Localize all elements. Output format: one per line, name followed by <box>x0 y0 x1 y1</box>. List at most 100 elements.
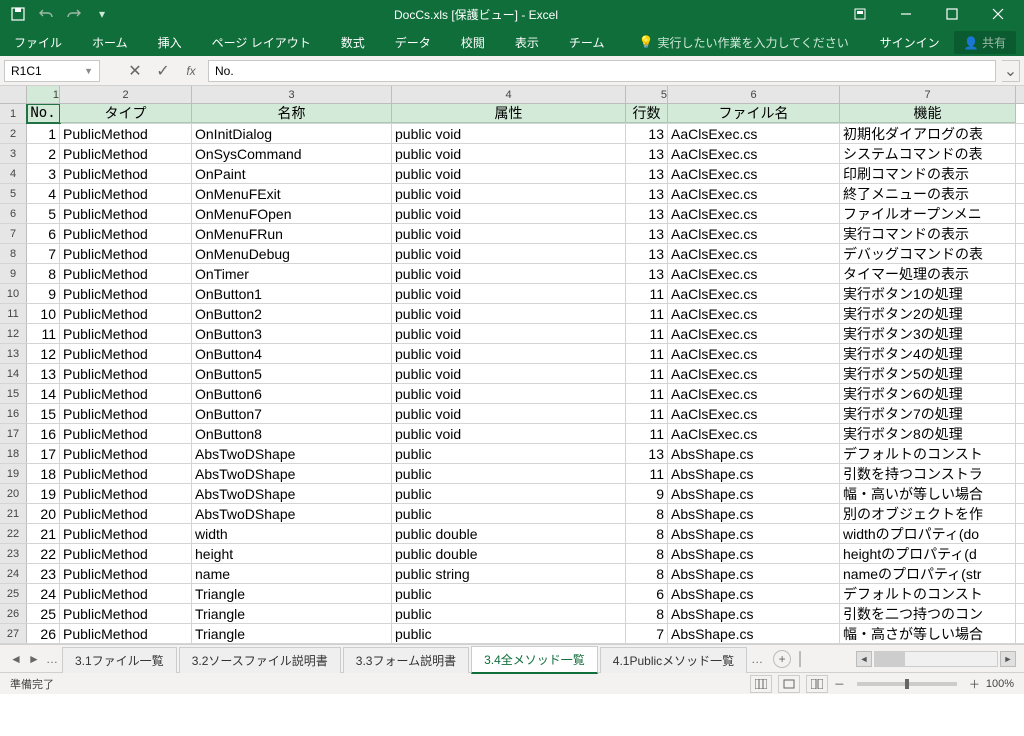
cell[interactable]: PublicMethod <box>60 364 192 383</box>
tab-home[interactable]: ホーム <box>86 30 134 55</box>
cell[interactable]: OnButton2 <box>192 304 392 323</box>
cell[interactable]: public void <box>392 304 626 323</box>
cell[interactable]: 実行ボタン5の処理 <box>840 364 1016 383</box>
cell[interactable]: ファイルオープンメニ <box>840 204 1016 223</box>
cell[interactable]: public void <box>392 424 626 443</box>
cell[interactable]: 6 <box>626 584 668 603</box>
cell[interactable]: public void <box>392 244 626 263</box>
cell[interactable]: 名称 <box>192 104 392 123</box>
cell[interactable]: 10 <box>27 304 60 323</box>
minimize-button[interactable] <box>884 0 928 28</box>
cell[interactable]: public <box>392 624 626 643</box>
row-header[interactable]: 15 <box>0 384 27 403</box>
cell[interactable]: public <box>392 484 626 503</box>
cell[interactable]: AbsShape.cs <box>668 484 840 503</box>
cell[interactable]: 4 <box>27 184 60 203</box>
cell[interactable]: public void <box>392 384 626 403</box>
cell[interactable]: 13 <box>27 364 60 383</box>
cell[interactable]: OnSysCommand <box>192 144 392 163</box>
enter-formula-button[interactable]: ✓ <box>152 60 174 82</box>
row-header[interactable]: 4 <box>0 164 27 183</box>
cell[interactable]: public void <box>392 224 626 243</box>
scroll-track[interactable] <box>874 651 998 667</box>
row-header[interactable]: 16 <box>0 404 27 423</box>
redo-icon[interactable] <box>62 3 86 25</box>
cell[interactable]: AaClsExec.cs <box>668 284 840 303</box>
cell[interactable]: Triangle <box>192 624 392 643</box>
row-header[interactable]: 18 <box>0 444 27 463</box>
cell[interactable]: AaClsExec.cs <box>668 184 840 203</box>
scroll-thumb[interactable] <box>875 652 905 666</box>
cell[interactable]: PublicMethod <box>60 624 192 643</box>
cell[interactable]: height <box>192 544 392 563</box>
cell[interactable]: 13 <box>626 124 668 143</box>
cell[interactable]: public string <box>392 564 626 583</box>
cell[interactable]: 1 <box>27 124 60 143</box>
tab-data[interactable]: データ <box>389 30 437 55</box>
zoom-thumb[interactable] <box>905 679 909 689</box>
row-header[interactable]: 19 <box>0 464 27 483</box>
cell[interactable]: デフォルトのコンスト <box>840 444 1016 463</box>
cell[interactable]: No. <box>27 104 60 123</box>
cell[interactable]: public void <box>392 124 626 143</box>
cell[interactable]: 実行ボタン2の処理 <box>840 304 1016 323</box>
cell[interactable]: 実行ボタン3の処理 <box>840 324 1016 343</box>
cell[interactable]: PublicMethod <box>60 264 192 283</box>
cell[interactable]: 7 <box>626 624 668 643</box>
cell[interactable]: 8 <box>626 604 668 623</box>
cell[interactable]: 11 <box>626 304 668 323</box>
view-normal-icon[interactable] <box>750 675 772 693</box>
cell[interactable]: 3 <box>27 164 60 183</box>
cell[interactable]: 終了メニューの表示 <box>840 184 1016 203</box>
cell[interactable]: public <box>392 584 626 603</box>
cell[interactable]: 機能 <box>840 104 1016 123</box>
cell[interactable]: 13 <box>626 444 668 463</box>
cell[interactable]: public void <box>392 264 626 283</box>
signin-button[interactable]: サインイン <box>880 34 940 51</box>
grid-body[interactable]: 1No.タイプ名称属性行数ファイル名機能21PublicMethodOnInit… <box>0 104 1024 644</box>
cell[interactable]: 5 <box>27 204 60 223</box>
cell[interactable]: 11 <box>626 384 668 403</box>
cell[interactable]: 13 <box>626 244 668 263</box>
cell[interactable]: OnButton1 <box>192 284 392 303</box>
cell[interactable]: 13 <box>626 164 668 183</box>
row-header[interactable]: 11 <box>0 304 27 323</box>
cell[interactable]: PublicMethod <box>60 584 192 603</box>
cell[interactable]: 8 <box>626 544 668 563</box>
cell[interactable]: PublicMethod <box>60 384 192 403</box>
cell[interactable]: 11 <box>626 324 668 343</box>
row-header[interactable]: 2 <box>0 124 27 143</box>
cell[interactable]: 13 <box>626 204 668 223</box>
col-header[interactable]: 5 <box>626 86 668 103</box>
cell[interactable]: 引数を二つ持つのコン <box>840 604 1016 623</box>
cell[interactable]: 2 <box>27 144 60 163</box>
scroll-left-icon[interactable]: ◄ <box>856 651 872 667</box>
row-header[interactable]: 5 <box>0 184 27 203</box>
cell[interactable]: 行数 <box>626 104 668 123</box>
zoom-out-button[interactable]: － <box>834 676 845 692</box>
cell[interactable]: OnButton8 <box>192 424 392 443</box>
col-header[interactable]: 4 <box>392 86 626 103</box>
cell[interactable]: 14 <box>27 384 60 403</box>
row-header[interactable]: 22 <box>0 524 27 543</box>
cell[interactable]: AbsShape.cs <box>668 544 840 563</box>
sheet-tab-active[interactable]: 3.4全メソッド一覧 <box>471 646 598 674</box>
col-header[interactable]: 2 <box>60 86 192 103</box>
fx-icon[interactable]: fx <box>180 60 202 82</box>
cell[interactable]: AaClsExec.cs <box>668 404 840 423</box>
cell[interactable]: OnMenuFOpen <box>192 204 392 223</box>
cell[interactable]: PublicMethod <box>60 324 192 343</box>
cell[interactable]: 実行ボタン8の処理 <box>840 424 1016 443</box>
tab-formulas[interactable]: 数式 <box>335 30 371 55</box>
cell[interactable]: PublicMethod <box>60 164 192 183</box>
cell[interactable]: public void <box>392 184 626 203</box>
row-header[interactable]: 26 <box>0 604 27 623</box>
sheet-tab[interactable]: 3.3フォーム説明書 <box>343 647 469 673</box>
cell[interactable]: AbsShape.cs <box>668 604 840 623</box>
cell[interactable]: 13 <box>626 224 668 243</box>
cell[interactable]: 11 <box>626 364 668 383</box>
cell[interactable]: AbsShape.cs <box>668 444 840 463</box>
cell[interactable]: OnButton5 <box>192 364 392 383</box>
cell[interactable]: public void <box>392 204 626 223</box>
cell[interactable]: PublicMethod <box>60 344 192 363</box>
